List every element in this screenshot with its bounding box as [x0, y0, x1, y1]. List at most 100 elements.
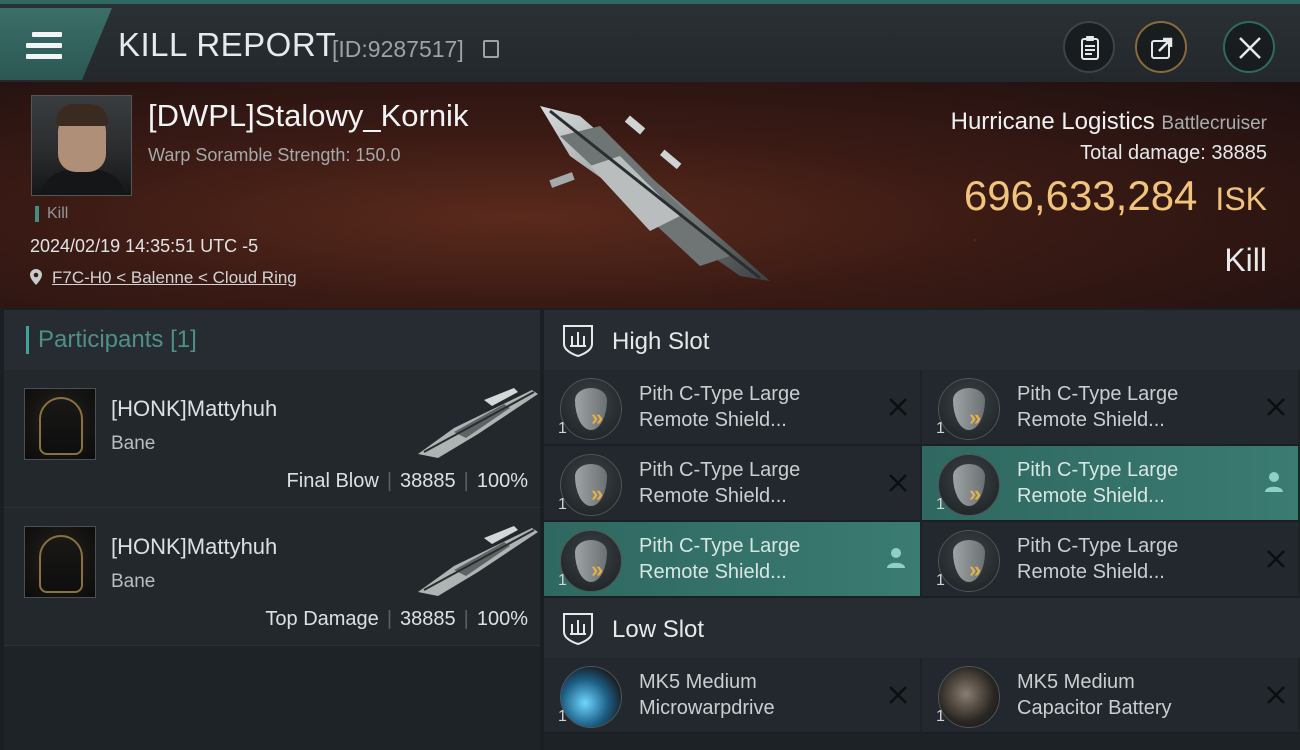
ship-name: Hurricane Logistics [950, 108, 1155, 135]
kill-timestamp: 2024/02/19 14:35:51 UTC -5 [30, 236, 259, 256]
victim-portrait[interactable] [31, 95, 132, 196]
module-qty: 1 [558, 708, 567, 725]
location-link[interactable]: F7C-H0 < Balenne < Cloud Ring [52, 268, 297, 287]
module-name-line2: Remote Shield... [639, 409, 787, 431]
destroyed-x-icon [889, 474, 907, 492]
participants-panel: Participants [1] [HONK]Mattyhuh Bane Fin… [4, 310, 540, 750]
module-name-line2: Microwarpdrive [639, 697, 775, 719]
victim-ship[interactable]: Hurricane Logistics Battlecruiser [951, 108, 1267, 136]
high-slot-grid: » 1 Pith C-Type Large Remote Shield... » … [544, 370, 1300, 598]
copy-icon[interactable] [483, 40, 499, 58]
module-name: Pith C-Type Large Remote Shield... [1017, 381, 1257, 433]
share-button[interactable] [1135, 21, 1187, 73]
dropped-person-icon [1265, 472, 1283, 492]
module-name: Pith C-Type Large Remote Shield... [639, 533, 879, 585]
module-name-line1: MK5 Medium [1017, 671, 1135, 693]
total-damage: Total damage: 38885 [1080, 142, 1267, 165]
module-item[interactable]: » 1 Pith C-Type Large Remote Shield... [922, 522, 1298, 598]
participant-percent: 100% [476, 608, 528, 630]
kill-location[interactable]: F7C-H0 < Balenne < Cloud Ring [30, 268, 297, 288]
module-item[interactable]: 1 MK5 Medium Capacitor Battery [922, 658, 1298, 734]
remote-shield-module-icon: » [938, 454, 1000, 516]
module-name-line2: Remote Shield... [1017, 409, 1165, 431]
participant-percent: 100% [476, 470, 528, 492]
participant-ship: Bane [111, 433, 156, 454]
warp-scramble-strength: Warp Soramble Strength: 150.0 [148, 145, 401, 165]
participant-avatar [24, 388, 96, 460]
destroyed-x-icon [1267, 398, 1285, 416]
hamburger-icon [26, 32, 62, 62]
remote-shield-module-icon: » [560, 378, 622, 440]
module-item[interactable]: » 1 Pith C-Type Large Remote Shield... [544, 522, 920, 598]
menu-button[interactable] [0, 8, 112, 80]
module-name: Pith C-Type Large Remote Shield... [1017, 533, 1257, 585]
module-name-line1: Pith C-Type Large [639, 535, 801, 557]
isk-value: 696,633,284 ISK [964, 172, 1267, 220]
total-damage-value: 38885 [1211, 142, 1267, 164]
report-id: [ID:9287517] [332, 36, 464, 62]
participant-stats: Top Damage | 38885 | 100% [265, 608, 528, 630]
victim-banner: [DWPL]Stalowy_Kornik Warp Soramble Stren… [0, 82, 1300, 308]
module-name: Pith C-Type Large Remote Shield... [639, 381, 879, 433]
module-name-line1: Pith C-Type Large [1017, 459, 1179, 481]
isk-unit: ISK [1215, 181, 1267, 217]
module-name-line2: Remote Shield... [639, 485, 787, 507]
high-slot-label: High Slot [612, 328, 710, 355]
fitting-panel: High Slot » 1 Pith C-Type Large Remote Sh… [544, 310, 1300, 750]
clipboard-icon [1081, 36, 1099, 60]
close-icon [1239, 37, 1261, 59]
remote-shield-module-icon: » [938, 530, 1000, 592]
low-slot-label: Low Slot [612, 616, 705, 643]
kill-tag: Kill [35, 206, 68, 222]
clipboard-button[interactable] [1063, 21, 1115, 73]
participants-header: Participants [1] [4, 310, 540, 370]
module-name-line1: Pith C-Type Large [1017, 383, 1179, 405]
victim-name[interactable]: [DWPL]Stalowy_Kornik [148, 98, 468, 134]
destroyed-x-icon [1267, 550, 1285, 568]
participant-damage: 38885 [400, 608, 456, 630]
participants-label: Participants [38, 326, 164, 353]
module-name-line2: Capacitor Battery [1017, 697, 1172, 719]
destroyed-x-icon [1267, 686, 1285, 704]
ship-class: Battlecruiser [1161, 113, 1267, 134]
module-name: Pith C-Type Large Remote Shield... [639, 457, 879, 509]
participant-ship-render [418, 388, 538, 458]
module-item[interactable]: » 1 Pith C-Type Large Remote Shield... [922, 370, 1298, 446]
module-name: Pith C-Type Large Remote Shield... [1017, 457, 1257, 509]
share-icon [1151, 37, 1173, 59]
module-name: MK5 Medium Microwarpdrive [639, 669, 879, 721]
module-qty: 1 [558, 496, 567, 513]
participant-row[interactable]: [HONK]Mattyhuh Bane Top Damage | 38885 | 100… [4, 508, 540, 646]
victim-ship-render [540, 106, 770, 281]
module-qty: 1 [936, 420, 945, 437]
module-name-line1: MK5 Medium [639, 671, 757, 693]
participant-avatar [24, 526, 96, 598]
capacitor-battery-icon [938, 666, 1000, 728]
module-item[interactable]: » 1 Pith C-Type Large Remote Shield... [544, 446, 920, 522]
participant-name: [HONK]Mattyhuh [111, 534, 278, 559]
module-item[interactable]: » 1 Pith C-Type Large Remote Shield... [922, 446, 1298, 522]
top-bar: KILL REPORT [ID:9287517] [0, 0, 1300, 82]
dropped-person-icon [887, 548, 905, 568]
module-qty: 1 [936, 708, 945, 725]
participant-role: Top Damage [265, 608, 379, 630]
module-item[interactable]: » 1 Pith C-Type Large Remote Shield... [544, 370, 920, 446]
high-slot-icon [563, 325, 593, 358]
participant-row[interactable]: [HONK]Mattyhuh Bane Final Blow | 38885 | 100… [4, 370, 540, 508]
module-qty: 1 [936, 496, 945, 513]
remote-shield-module-icon: » [560, 530, 622, 592]
high-slot-header: High Slot [544, 310, 1300, 370]
page-title: KILL REPORT [118, 26, 337, 63]
module-qty: 1 [936, 572, 945, 589]
low-slot-header: Low Slot [544, 598, 1300, 658]
participant-ship-render [418, 526, 538, 596]
participants-count: [1] [170, 326, 197, 353]
participant-ship: Bane [111, 571, 156, 592]
module-name-line2: Remote Shield... [639, 561, 787, 583]
module-item[interactable]: 1 MK5 Medium Microwarpdrive [544, 658, 920, 734]
close-button[interactable] [1223, 21, 1275, 73]
location-pin-icon [30, 269, 42, 285]
module-name-line2: Remote Shield... [1017, 485, 1165, 507]
remote-shield-module-icon: » [938, 378, 1000, 440]
participant-name: [HONK]Mattyhuh [111, 396, 278, 421]
